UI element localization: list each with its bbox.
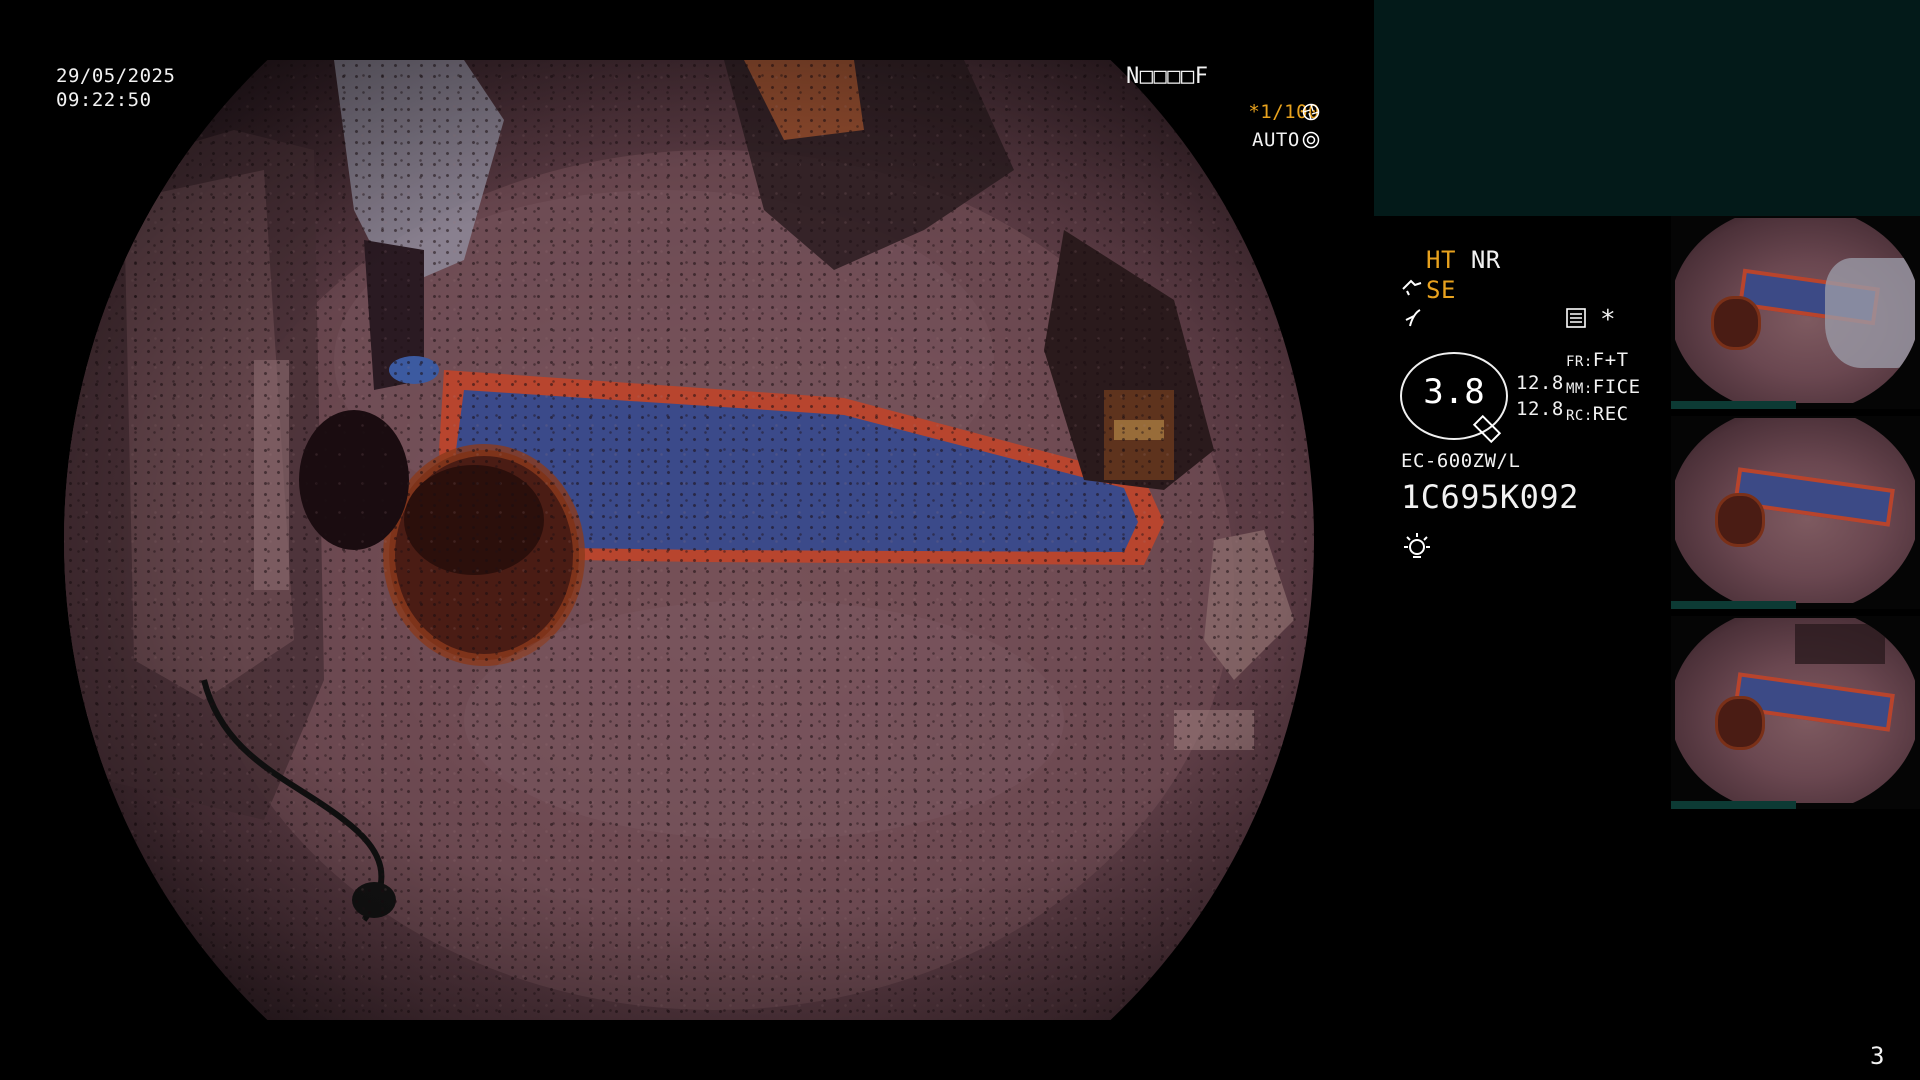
endoscope-live-view [64, 60, 1314, 1020]
thumbnail-bar [1671, 801, 1796, 809]
fr-row: FR:F+T [1566, 348, 1641, 375]
light-level-gauge: 3.8 [1400, 352, 1508, 444]
thumbnail-image [1675, 218, 1915, 403]
scope-model: EC-600ZW/L [1401, 450, 1521, 472]
mm-value: FICE [1592, 376, 1641, 398]
mode-readouts: FR:F+T MM:FICE RC:REC [1566, 348, 1641, 429]
gauge-value-top: 12.8 [1516, 372, 1564, 394]
page-number: 3 [1870, 1042, 1885, 1070]
gauge-side-values: 12.8 12.8 [1516, 370, 1564, 422]
aperture-icon [1302, 103, 1320, 125]
thumbnail-image [1675, 618, 1915, 803]
menu-icon [1565, 307, 1587, 333]
ht-label: HT [1426, 246, 1456, 274]
rc-row: RC:REC [1566, 402, 1641, 429]
iris-text: AUTO [1252, 129, 1300, 151]
patient-id: N□□□□F [1126, 64, 1209, 89]
time-text: 09:22:50 [56, 89, 152, 111]
thumbnail-bar [1671, 401, 1796, 409]
rc-value: REC [1592, 403, 1629, 425]
gauge-pointer-icon [1472, 414, 1502, 444]
mm-label: MM: [1566, 381, 1593, 397]
thumbnail-image [1675, 418, 1915, 603]
gauge-value: 3.8 [1423, 372, 1485, 412]
fr-value: F+T [1592, 349, 1629, 371]
ht-nr-row: HT NR [1426, 246, 1501, 274]
mm-row: MM:FICE [1566, 375, 1641, 402]
rc-label: RC: [1566, 408, 1593, 424]
se-label: SE [1426, 276, 1456, 304]
fr-label: FR: [1566, 354, 1593, 370]
flow-icon [1402, 306, 1424, 332]
thumbnail-1[interactable] [1671, 216, 1920, 409]
asterisk-mark: * [1600, 305, 1617, 335]
thumbnail-3[interactable] [1671, 616, 1920, 809]
nr-label: NR [1470, 246, 1501, 274]
date-time-display: 29/05/2025 09:22:50 [56, 64, 175, 112]
info-panel-background [1374, 0, 1920, 216]
pump-icon [1401, 277, 1425, 303]
scope-serial: 1C695K092 [1401, 478, 1579, 516]
thumbnail-2[interactable] [1671, 416, 1920, 609]
light-icon [1401, 530, 1433, 566]
date-text: 29/05/2025 [56, 65, 176, 87]
iris-icon [1302, 131, 1320, 153]
thumbnail-bar [1671, 601, 1796, 609]
gauge-value-bottom: 12.8 [1516, 398, 1564, 420]
